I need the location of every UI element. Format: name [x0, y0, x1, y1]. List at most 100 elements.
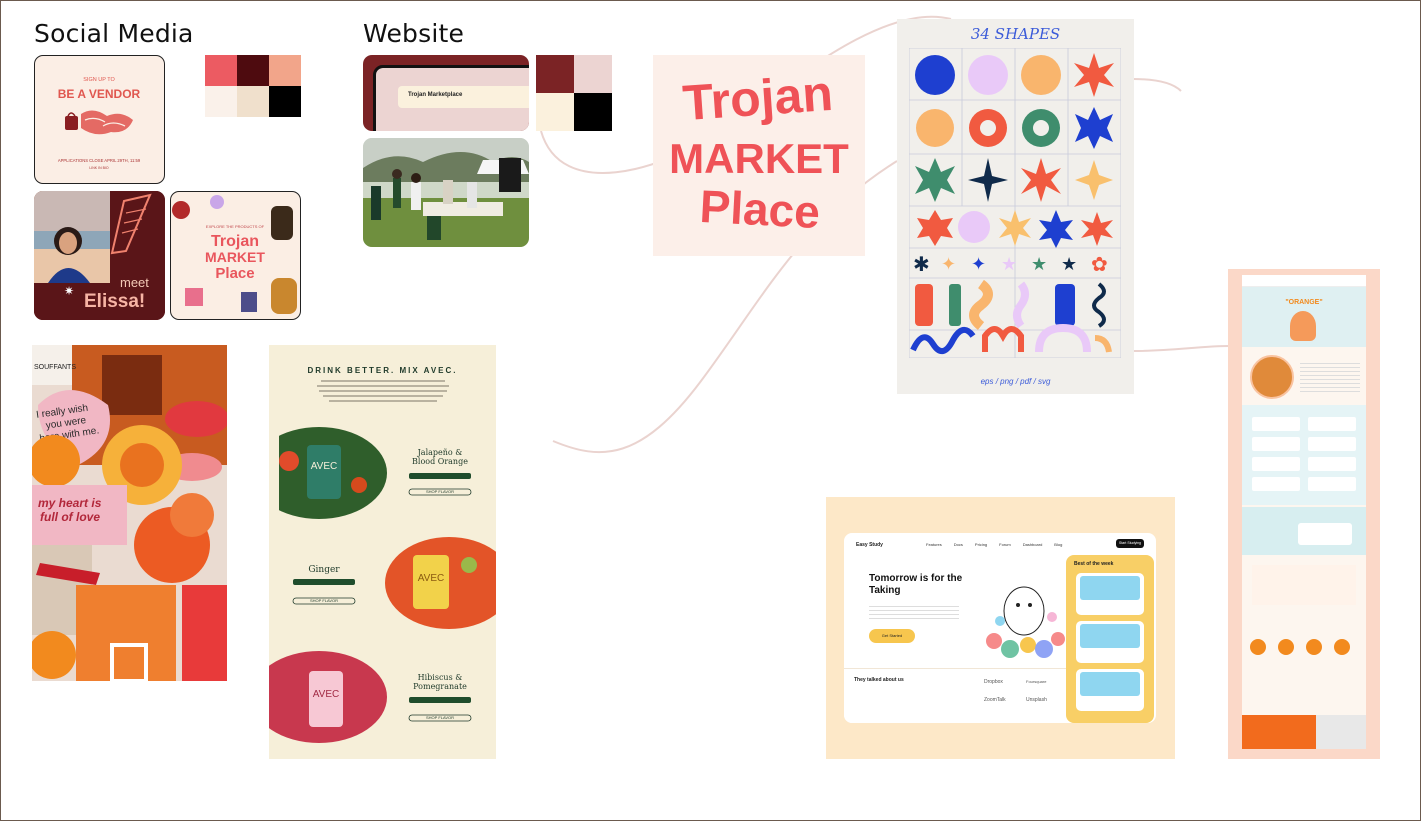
- meet-card[interactable]: ✷ meet Elissa!: [34, 191, 165, 320]
- es-nav-item[interactable]: Forum: [999, 542, 1011, 547]
- website-palette: [536, 55, 612, 131]
- vendor-line1: SIGN UP TO: [83, 77, 115, 83]
- flavor-2-shop-button[interactable]: SHOP FLAVOR: [293, 598, 355, 604]
- shape-32: [982, 326, 1024, 352]
- orange-hero-title: "ORANGE": [1285, 299, 1323, 306]
- orange-website: "ORANGE": [1228, 269, 1380, 759]
- swatch: [237, 86, 269, 117]
- shape-2: [968, 55, 1008, 95]
- vendor-card[interactable]: SIGN UP TO BE A VENDOR APPLICATIONS CLOS…: [34, 55, 165, 184]
- shape-19: ✦: [941, 254, 956, 274]
- shape-17: [1081, 212, 1113, 246]
- shape-21: ★: [1001, 254, 1017, 274]
- moodboard-canvas: Social Media Website SIGN UP TO BE A VEN…: [0, 0, 1421, 821]
- explore-w1: Trojan: [211, 233, 259, 250]
- es-headline: Tomorrow is for the Taking: [869, 573, 963, 596]
- shape-27: [969, 279, 993, 330]
- es-nav-item[interactable]: Pricing: [975, 542, 987, 547]
- es-testimonials: They talked about us Dropbox Foursquare …: [844, 668, 1066, 723]
- shapes-title: 34 SHAPES: [970, 25, 1061, 43]
- shape-12: [1075, 160, 1113, 200]
- shape-8: [1075, 107, 1113, 149]
- logo-word-2: MARKET: [669, 135, 849, 182]
- explore-top: EXPLORE THE PRODUCTS OF: [206, 224, 265, 229]
- shape-33: [1035, 323, 1091, 353]
- flavor-1-shop-button[interactable]: SHOP FLAVOR: [409, 489, 471, 495]
- es-nav-item[interactable]: Blog: [1054, 542, 1062, 547]
- flavor-1-name: Jalapeño & Blood Orange: [412, 448, 468, 466]
- orange-hero: "ORANGE": [1242, 287, 1366, 347]
- flavor-3-name: Hibiscus & Pomegranate: [413, 673, 467, 691]
- svg-text:AVEC: AVEC: [311, 461, 338, 472]
- social-palette: [205, 55, 301, 117]
- shape-3: [1021, 55, 1061, 95]
- explore-card[interactable]: EXPLORE THE PRODUCTS OF Trojan MARKET Pl…: [170, 191, 301, 320]
- shape-28: [1013, 281, 1029, 329]
- flavor-3-shop-button[interactable]: SHOP FLAVOR: [409, 715, 471, 721]
- star-icon: ✷: [64, 284, 74, 298]
- swatch: [536, 55, 574, 93]
- trojan-logo-tile: Trojan MARKET Place: [653, 55, 865, 256]
- shape-31: [910, 327, 976, 354]
- website-card[interactable]: Trojan Marketplace: [363, 55, 529, 131]
- shape-16: [1039, 210, 1073, 248]
- es-logo-2: Foursquare: [1026, 679, 1047, 684]
- logo-word-1: Trojan: [681, 65, 835, 131]
- orange-page: "ORANGE": [1242, 275, 1366, 749]
- svg-text:AVEC: AVEC: [313, 689, 340, 700]
- shapes-sheet: 34 SHAPES ✱ ✦ ✦ ★ ★ ★ ✿ eps / png / pdf …: [897, 19, 1134, 394]
- shape-30: [1092, 282, 1106, 328]
- es-logo-3: ZoomTalk: [984, 697, 1006, 703]
- swatch: [205, 55, 237, 86]
- section-heading-website: Website: [363, 19, 465, 48]
- es-course-card[interactable]: [1076, 669, 1144, 711]
- vendor-line3: APPLICATIONS CLOSE APRIL 29TH, 11:59: [58, 158, 141, 163]
- shape-5: [916, 109, 954, 147]
- shape-11: [1021, 158, 1061, 202]
- shape-13: [917, 210, 953, 246]
- avec-website: DRINK BETTER. MIX AVEC. AVEC AVEC AVEC J…: [269, 345, 496, 759]
- svg-text:AVEC: AVEC: [418, 573, 445, 584]
- shape-14: [958, 211, 990, 243]
- es-best-title: Best of the week: [1074, 561, 1114, 567]
- meet-name: Elissa!: [84, 291, 145, 312]
- website-title: Trojan Marketplace: [398, 86, 529, 108]
- es-start-button[interactable]: Start Studying: [1116, 539, 1144, 548]
- vendor-line4: LINK IN BIO: [89, 166, 109, 170]
- collage-image: SOUFFANTS I really wishyou werehere with…: [32, 345, 227, 681]
- es-logo-4: Unsplash: [1026, 697, 1047, 703]
- swatch: [269, 55, 301, 86]
- es-nav: Features Docs Pricing Forum Dashboard Bl…: [926, 542, 1062, 547]
- shape-4: [1074, 53, 1114, 97]
- es-illustration: [986, 586, 1065, 658]
- swatch: [269, 86, 301, 117]
- es-brand: Easy Study: [856, 542, 883, 548]
- es-nav-item[interactable]: Dashboard: [1023, 542, 1043, 547]
- es-course-card[interactable]: [1076, 573, 1144, 615]
- easy-study-mockup: Easy Study Features Docs Pricing Forum D…: [826, 497, 1175, 759]
- swatch: [536, 93, 574, 131]
- script-logo-shape: [81, 110, 133, 135]
- es-course-card[interactable]: [1076, 621, 1144, 663]
- section-heading-social: Social Media: [34, 19, 194, 48]
- es-get-started-button[interactable]: Get Started: [869, 629, 915, 643]
- explore-w3: Place: [215, 265, 254, 282]
- es-nav-item[interactable]: Docs: [954, 542, 963, 547]
- shape-25: [915, 284, 933, 326]
- shape-22: ★: [1031, 254, 1047, 274]
- swatch: [237, 55, 269, 86]
- logo-word-3: Place: [698, 180, 821, 238]
- easy-study-window: Easy Study Features Docs Pricing Forum D…: [844, 533, 1156, 723]
- event-photo: [363, 138, 529, 247]
- collage-note-2: my heart is full of love: [38, 496, 102, 524]
- swatch: [205, 86, 237, 117]
- shape-29: [1055, 284, 1075, 326]
- website-screen: Trojan Marketplace: [373, 65, 529, 131]
- shapes-grid: ✱ ✦ ✦ ★ ★ ★ ✿: [909, 48, 1121, 358]
- shape-9: [915, 158, 955, 202]
- explore-w2: MARKET: [205, 249, 265, 265]
- meet-word: meet: [120, 275, 149, 290]
- es-nav-item[interactable]: Features: [926, 542, 942, 547]
- es-talked: They talked about us: [854, 677, 904, 683]
- shape-20: ✦: [971, 254, 986, 274]
